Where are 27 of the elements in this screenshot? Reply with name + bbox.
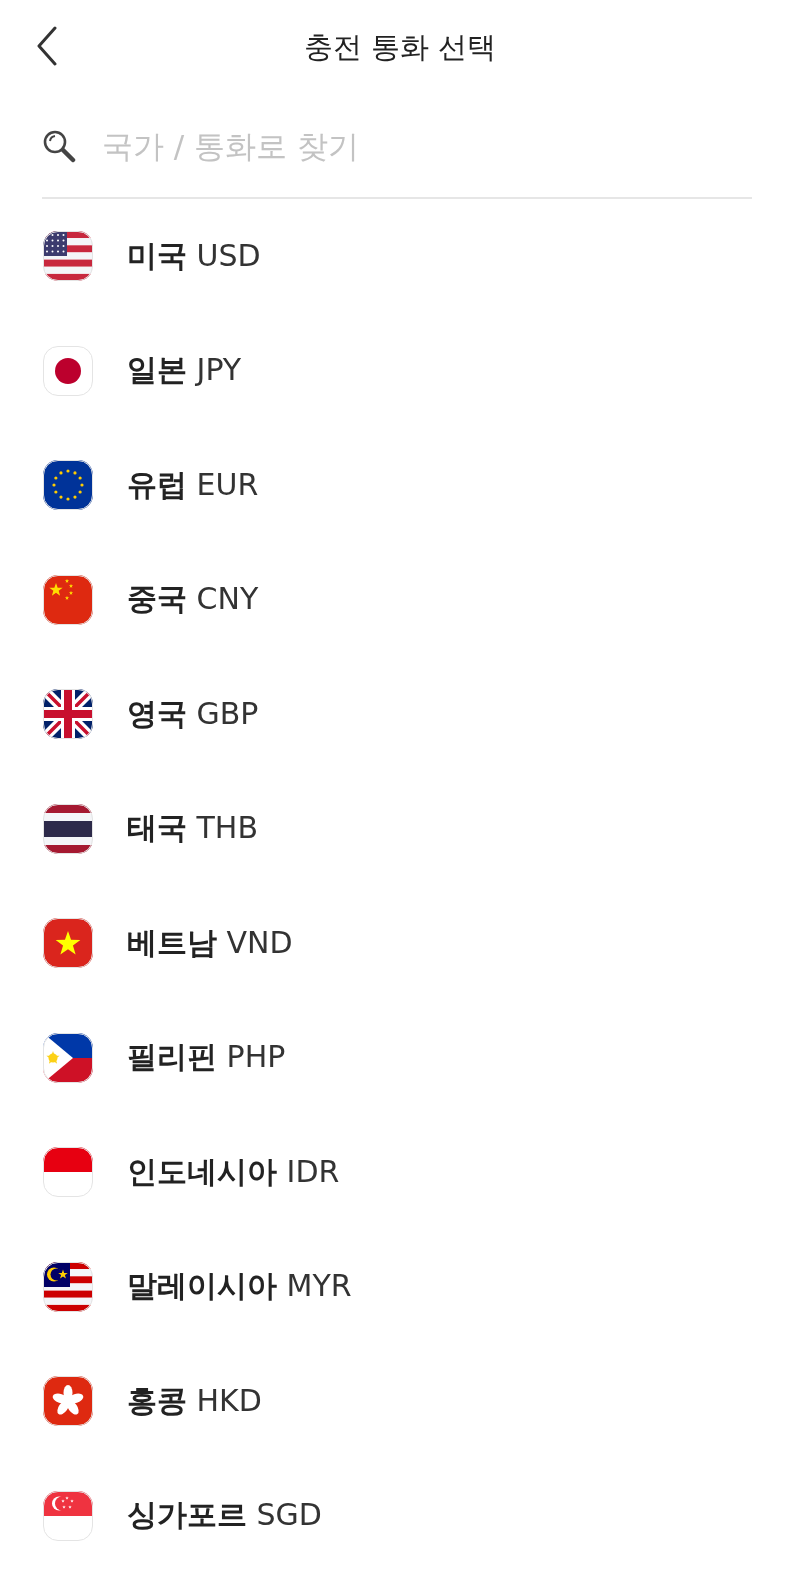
flag-icon <box>43 1376 93 1427</box>
currency-item[interactable]: 미국 USD <box>0 199 800 314</box>
flag-icon <box>43 460 93 511</box>
flag-icon <box>43 689 93 740</box>
currency-item[interactable]: 베트남 VND <box>0 886 800 1001</box>
currency-item[interactable]: 유럽 EUR <box>0 428 800 543</box>
currency-item[interactable]: 필리핀 PHP <box>0 1000 800 1115</box>
currency-item[interactable]: 중국 CNY <box>0 542 800 657</box>
flag-icon <box>43 1147 93 1198</box>
flag-icon <box>43 574 93 625</box>
flag-icon <box>43 345 93 396</box>
currency-item[interactable]: 영국 GBP <box>0 657 800 772</box>
search-icon <box>42 129 76 163</box>
flag-icon <box>43 803 93 854</box>
currency-item[interactable]: 싱가포르 SGD <box>0 1458 800 1573</box>
flag-icon <box>43 231 93 282</box>
currency-item[interactable]: 말레이시아 MYR <box>0 1229 800 1344</box>
flag-icon <box>43 1490 93 1541</box>
currency-item[interactable]: 태국 THB <box>0 771 800 886</box>
currency-item[interactable]: 일본 JPY <box>0 313 800 428</box>
page-title: 충전 통화 선택 <box>303 28 497 66</box>
currency-item[interactable]: 홍콩 HKD <box>0 1344 800 1459</box>
flag-icon <box>43 1032 93 1083</box>
flag-icon <box>43 918 93 969</box>
currency-item[interactable]: 인도네시아 IDR <box>0 1115 800 1230</box>
back-button[interactable] <box>36 26 58 66</box>
flag-icon <box>43 1261 93 1312</box>
